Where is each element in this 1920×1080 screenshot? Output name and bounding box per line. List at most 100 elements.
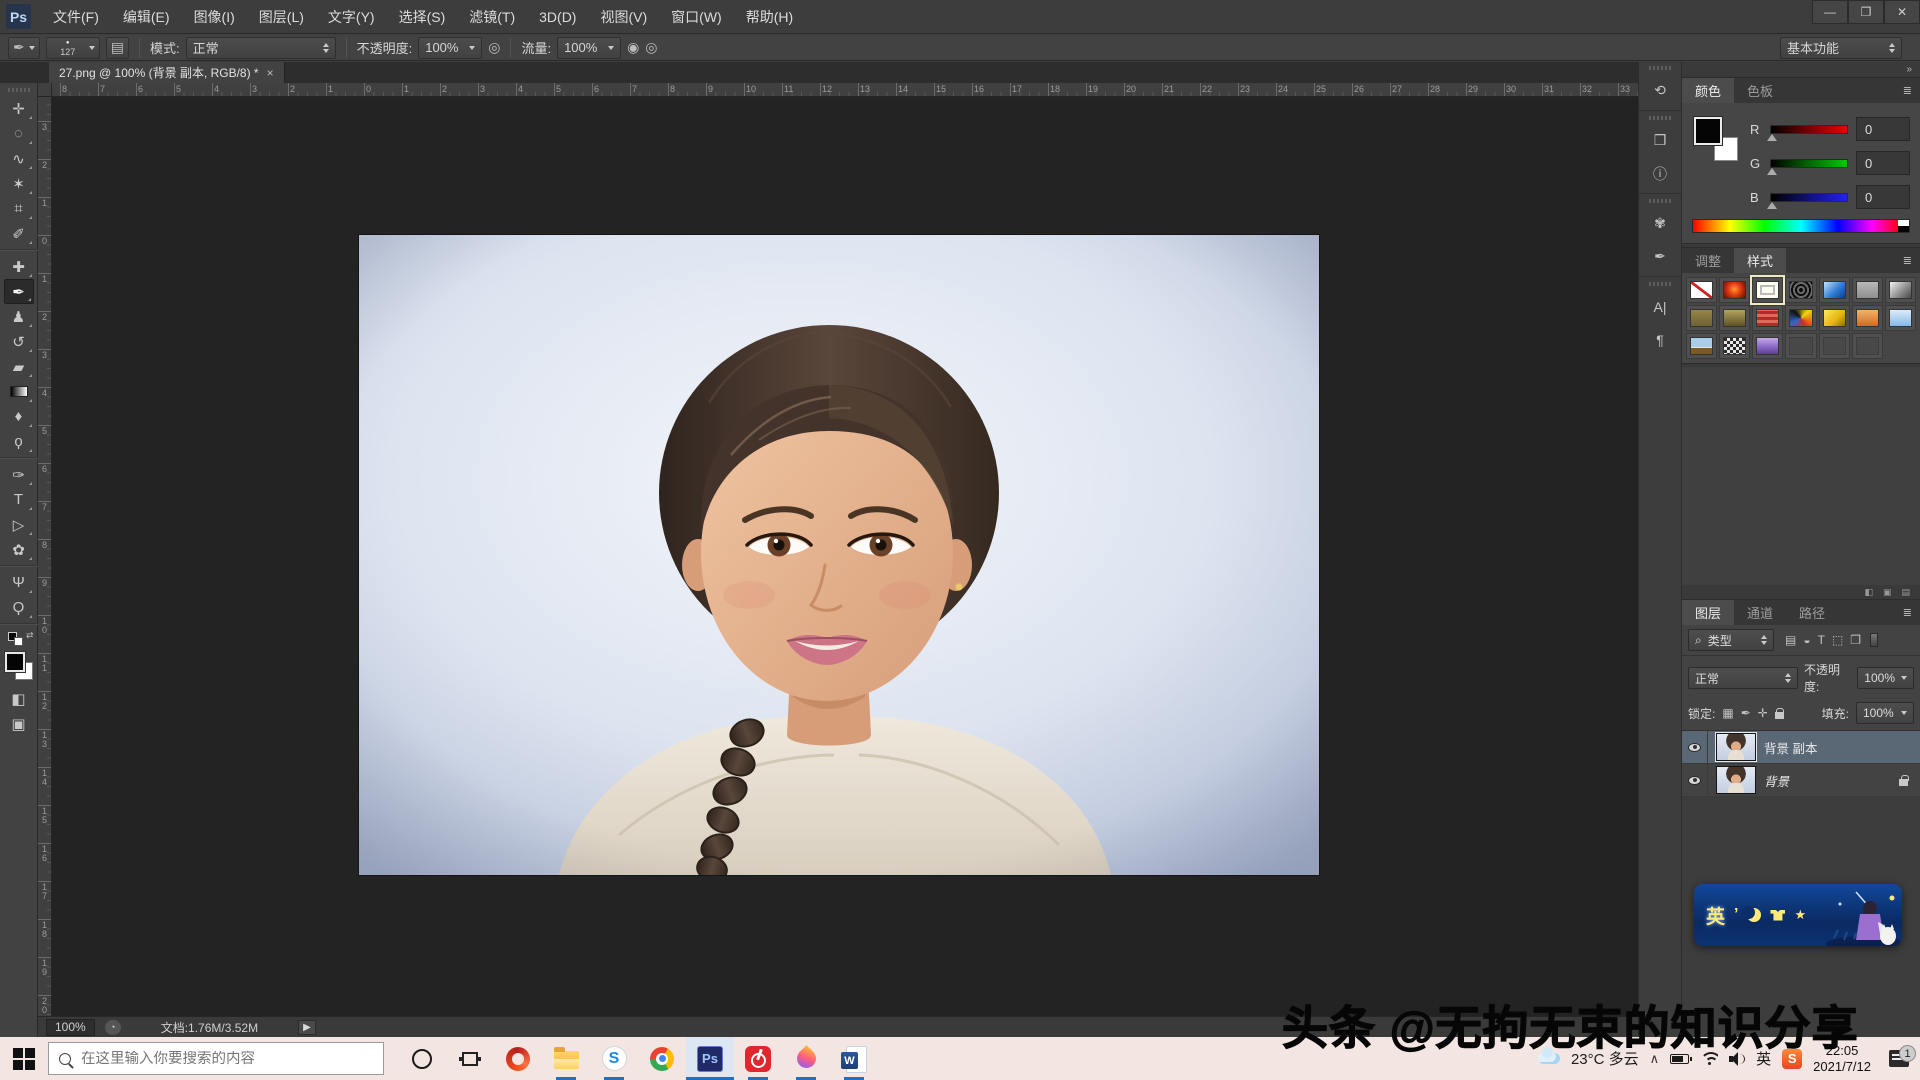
style-swatch[interactable] [1719,277,1750,303]
menu-item-0[interactable]: 文件(F) [41,0,111,34]
style-swatch[interactable] [1819,333,1850,359]
taskbar-app-netease-music[interactable] [734,1037,782,1080]
taskbar-app-task-view[interactable] [446,1037,494,1080]
taskbar-app-sogou-browser[interactable]: S [590,1037,638,1080]
ime-status-bar[interactable]: 英 ’ ★ [1694,884,1902,946]
channel-slider[interactable] [1770,193,1848,202]
channel-value-field[interactable]: 0 [1856,151,1910,175]
smart-object-filter-icon[interactable]: ❐ [1850,633,1861,647]
lock-paint-icon[interactable]: ✒ [1741,706,1751,720]
panel-group-grip[interactable] [1649,116,1671,120]
start-button[interactable] [0,1037,48,1080]
style-swatch[interactable] [1819,305,1850,331]
style-swatch[interactable] [1785,277,1816,303]
layer-visibility-toggle[interactable] [1682,731,1708,763]
taskbar-app-cortana[interactable] [398,1037,446,1080]
menu-item-9[interactable]: 窗口(W) [659,0,734,34]
info-panel-icon[interactable]: ⓘ [1644,160,1676,187]
taskbar-app-file-explorer[interactable] [542,1037,590,1080]
blend-mode-select[interactable]: 正常 [186,37,336,59]
brush-panel-icon[interactable]: ✒ [1644,243,1676,270]
history-brush-tool[interactable]: ↺ [4,329,34,354]
tablet-pressure-opacity-icon[interactable]: ◎ [488,39,500,56]
adjustment-layer-filter-icon[interactable]: ◒ [1803,633,1810,647]
foreground-background-swatches[interactable] [5,652,33,680]
panel-color-swatches[interactable] [1694,117,1738,161]
panel-strip-icon[interactable]: ▤ [1901,587,1910,598]
document-tab[interactable]: 27.png @ 100% (背景 副本, RGB/8) * × [49,62,285,83]
paragraph-panel-icon[interactable]: ¶ [1644,326,1676,353]
ime-skin-icon[interactable] [1770,910,1785,921]
minimize-button[interactable]: — [1812,0,1848,24]
horizontal-ruler[interactable]: 8765432101234567891011121314151617181920… [52,83,1638,97]
swap-colors-icon[interactable]: ⇄ [26,630,34,641]
tab-样式[interactable]: 样式 [1734,248,1786,273]
channel-slider[interactable] [1770,159,1848,168]
tablet-pressure-size-icon[interactable]: ◎ [645,39,657,56]
tool-preset-picker[interactable]: ✒ [8,37,40,59]
pixel-layer-filter-icon[interactable]: ▤ [1785,633,1796,647]
menu-item-3[interactable]: 图层(L) [247,0,316,34]
collapse-panels-icon[interactable]: » [1906,64,1912,75]
magic-wand-tool[interactable]: ✶ [4,171,34,196]
properties-panel-icon[interactable]: ❒ [1644,127,1676,154]
style-swatch[interactable] [1752,305,1783,331]
zoom-tool[interactable]: Ϙ [4,595,34,620]
search-input[interactable] [81,1051,373,1067]
layer-row[interactable]: 背景 副本 [1682,731,1920,764]
color-panel-menu-icon[interactable]: ≣ [1903,78,1920,103]
type-tool[interactable]: T [4,487,34,512]
panel-group-grip[interactable] [1649,199,1671,203]
channel-slider[interactable] [1770,125,1848,134]
type-layer-filter-icon[interactable]: T [1818,633,1825,647]
style-swatch[interactable] [1785,333,1816,359]
brush-preset-picker[interactable]: ● 127 [46,37,100,59]
toggle-brush-panel-button[interactable]: ▤ [106,37,129,59]
status-options-arrow[interactable]: ▶ [298,1020,316,1035]
style-swatch[interactable] [1686,305,1717,331]
style-swatch[interactable] [1852,305,1883,331]
opacity-select[interactable]: 100% [418,37,482,59]
panel-foreground-swatch[interactable] [1694,117,1722,145]
layer-row[interactable]: 背景 [1682,764,1920,797]
eraser-tool[interactable]: ▰ [4,354,34,379]
slider-thumb[interactable] [1767,202,1777,209]
quick-mask-button[interactable]: ◧ [4,686,34,711]
star-icon[interactable]: ★ [1794,907,1806,923]
pen-tool[interactable]: ✑ [4,462,34,487]
close-tab-icon[interactable]: × [267,66,274,80]
menu-item-1[interactable]: 编辑(E) [111,0,182,34]
taskbar-app-photoshop[interactable]: Ps [686,1037,734,1080]
workspace-switcher[interactable]: 基本功能 [1780,37,1902,59]
tab-路径[interactable]: 路径 [1786,600,1838,625]
style-swatch[interactable] [1852,333,1883,359]
panel-strip-icon[interactable]: ▣ [1883,587,1892,598]
ime-punctuation-icon[interactable]: ’ [1734,906,1738,924]
shape-layer-filter-icon[interactable]: ⬚ [1832,633,1843,647]
menu-item-5[interactable]: 选择(S) [387,0,458,34]
layer-filter-toggle[interactable] [1870,633,1878,647]
gradient-tool[interactable] [4,379,34,404]
style-swatch[interactable] [1686,333,1717,359]
tab-调整[interactable]: 调整 [1682,248,1734,273]
style-swatch[interactable] [1752,333,1783,359]
lock-transparent-icon[interactable]: ▦ [1722,706,1733,720]
channel-value-field[interactable]: 0 [1856,185,1910,209]
color-spectrum-ramp[interactable] [1692,219,1910,233]
slider-thumb[interactable] [1767,134,1777,141]
foreground-color-swatch[interactable] [5,652,25,672]
style-swatch[interactable] [1785,305,1816,331]
menu-item-6[interactable]: 滤镜(T) [457,0,527,34]
panel-group-grip[interactable] [1649,282,1671,286]
style-swatch[interactable] [1719,305,1750,331]
taskbar-app-office[interactable] [494,1037,542,1080]
style-swatch[interactable] [1819,277,1850,303]
toolbar-grip[interactable] [8,88,30,92]
style-swatch[interactable] [1686,277,1717,303]
style-swatch[interactable] [1885,277,1916,303]
layer-opacity-select[interactable]: 100% [1857,667,1914,689]
canvas-image[interactable] [359,235,1319,875]
layer-filter-type-select[interactable]: ⌕ 类型 [1688,629,1774,651]
brush-presets-panel-icon[interactable]: ✾ [1644,210,1676,237]
airbrush-icon[interactable]: ◉ [627,39,639,56]
